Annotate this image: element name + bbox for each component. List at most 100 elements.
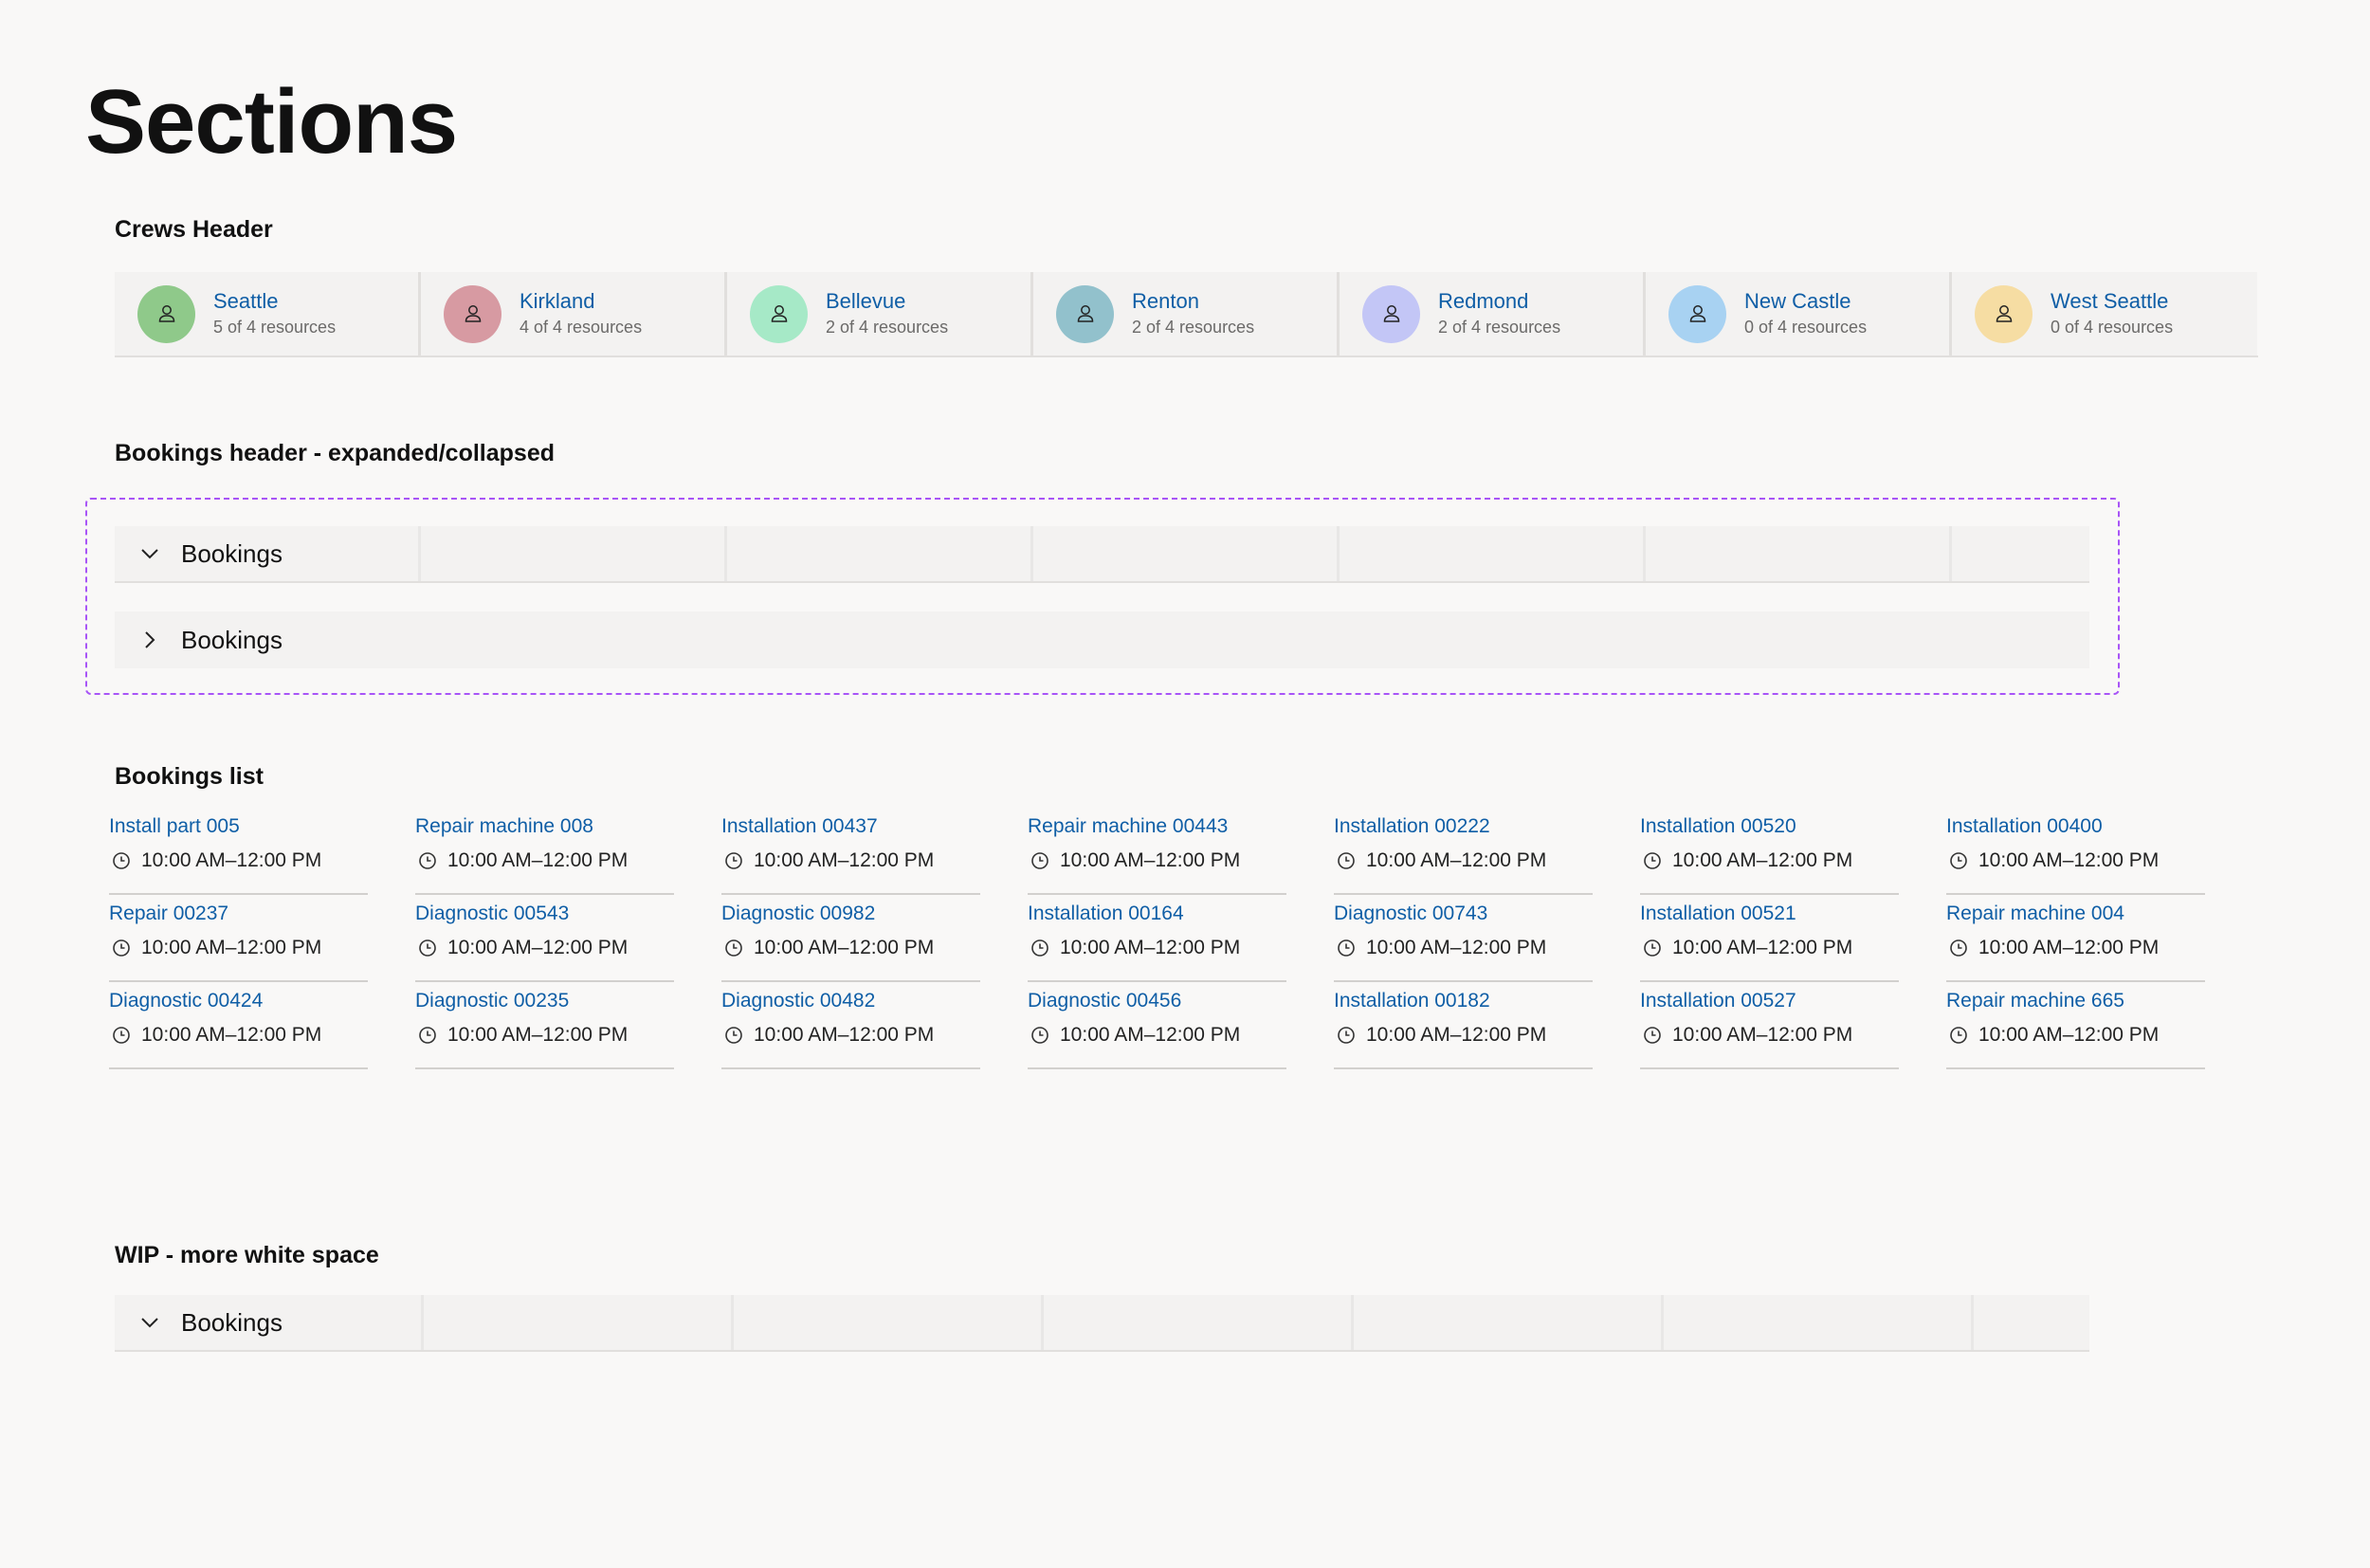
booking-time-text: 10:00 AM–12:00 PM [1366, 937, 1547, 958]
booking-item[interactable]: Diagnostic 00543 10:00 AM–12:00 PM [415, 895, 674, 982]
clock-icon [1031, 1027, 1048, 1044]
booking-item[interactable]: Installation 00520 10:00 AM–12:00 PM [1640, 808, 1899, 895]
booking-title[interactable]: Installation 00437 [721, 811, 980, 842]
crew-resource-count: 4 of 4 resources [520, 318, 643, 337]
crew-column-cell [1033, 526, 1340, 581]
crew-name[interactable]: Redmond [1438, 288, 1560, 315]
page-title: Sections [85, 71, 458, 173]
booking-title[interactable]: Install part 005 [109, 811, 368, 842]
booking-time-text: 10:00 AM–12:00 PM [754, 849, 935, 871]
booking-title[interactable]: Installation 00164 [1028, 899, 1286, 929]
booking-item[interactable]: Diagnostic 00982 10:00 AM–12:00 PM [721, 895, 980, 982]
bookings-list-label: Bookings list [115, 763, 264, 790]
booking-title[interactable]: Installation 00520 [1640, 811, 1899, 842]
booking-time: 10:00 AM–12:00 PM [415, 1020, 674, 1050]
crew-card-renton[interactable]: Renton 2 of 4 resources [1033, 272, 1340, 356]
person-icon [158, 305, 174, 322]
clock-icon [1950, 939, 1967, 957]
clock-icon [1644, 852, 1661, 869]
booking-title[interactable]: Diagnostic 00982 [721, 899, 980, 929]
booking-item[interactable]: Install part 005 10:00 AM–12:00 PM [109, 808, 368, 895]
booking-time: 10:00 AM–12:00 PM [109, 933, 368, 963]
clock-icon [1644, 1027, 1661, 1044]
booking-title[interactable]: Installation 00182 [1334, 986, 1593, 1016]
clock-icon [1950, 852, 1967, 869]
booking-title[interactable]: Repair 00237 [109, 899, 368, 929]
booking-title[interactable]: Diagnostic 00543 [415, 899, 674, 929]
chevron-down-icon [139, 1312, 160, 1333]
clock-icon [1338, 939, 1355, 957]
booking-item[interactable]: Installation 00182 10:00 AM–12:00 PM [1334, 982, 1593, 1069]
booking-item[interactable]: Installation 00527 10:00 AM–12:00 PM [1640, 982, 1899, 1069]
booking-time-text: 10:00 AM–12:00 PM [1672, 1024, 1853, 1046]
booking-item[interactable]: Repair machine 00443 10:00 AM–12:00 PM [1028, 808, 1286, 895]
booking-time: 10:00 AM–12:00 PM [109, 846, 368, 876]
booking-time-text: 10:00 AM–12:00 PM [1060, 937, 1241, 958]
clock-icon [1031, 852, 1048, 869]
booking-title[interactable]: Repair machine 008 [415, 811, 674, 842]
booking-item[interactable]: Diagnostic 00482 10:00 AM–12:00 PM [721, 982, 980, 1069]
booking-item[interactable]: Repair machine 665 10:00 AM–12:00 PM [1946, 982, 2205, 1069]
crew-name[interactable]: West Seattle [2051, 288, 2173, 315]
booking-item[interactable]: Repair machine 004 10:00 AM–12:00 PM [1946, 895, 2205, 982]
crew-resource-count: 2 of 4 resources [1132, 318, 1255, 337]
booking-title[interactable]: Diagnostic 00456 [1028, 986, 1286, 1016]
booking-item[interactable]: Diagnostic 00743 10:00 AM–12:00 PM [1334, 895, 1593, 982]
bookings-toggle-collapsed[interactable]: Bookings [115, 611, 494, 668]
bookings-label: Bookings [181, 538, 283, 568]
booking-item[interactable]: Diagnostic 00424 10:00 AM–12:00 PM [109, 982, 368, 1069]
crew-column-cell [1044, 1295, 1354, 1350]
crew-column-cell [424, 1295, 734, 1350]
booking-time: 10:00 AM–12:00 PM [415, 846, 674, 876]
booking-time-text: 10:00 AM–12:00 PM [1978, 849, 2160, 871]
booking-title[interactable]: Installation 00527 [1640, 986, 1899, 1016]
booking-time: 10:00 AM–12:00 PM [1334, 1020, 1593, 1050]
booking-item[interactable]: Installation 00521 10:00 AM–12:00 PM [1640, 895, 1899, 982]
person-icon [1383, 305, 1399, 322]
crew-card-redmond[interactable]: Redmond 2 of 4 resources [1340, 272, 1646, 356]
booking-title[interactable]: Diagnostic 00743 [1334, 899, 1593, 929]
booking-time-text: 10:00 AM–12:00 PM [141, 1024, 322, 1046]
booking-title[interactable]: Diagnostic 00482 [721, 986, 980, 1016]
booking-item[interactable]: Repair 00237 10:00 AM–12:00 PM [109, 895, 368, 982]
crew-card-new-castle[interactable]: New Castle 0 of 4 resources [1646, 272, 1952, 356]
crew-name[interactable]: Kirkland [520, 288, 642, 315]
booking-title[interactable]: Repair machine 004 [1946, 899, 2205, 929]
crew-card-bellevue[interactable]: Bellevue 2 of 4 resources [727, 272, 1033, 356]
crew-avatar [1668, 284, 1726, 343]
booking-title[interactable]: Installation 00222 [1334, 811, 1593, 842]
booking-item[interactable]: Installation 00400 10:00 AM–12:00 PM [1946, 808, 2205, 895]
crew-card-kirkland[interactable]: Kirkland 4 of 4 resources [421, 272, 727, 356]
crew-card-seattle[interactable]: Seattle 5 of 4 resources [115, 272, 421, 356]
bookings-toggle-expanded[interactable]: Bookings [115, 526, 421, 581]
booking-item[interactable]: Installation 00437 10:00 AM–12:00 PM [721, 808, 980, 895]
bookings-header-expanded: Bookings [115, 526, 2089, 583]
crew-name[interactable]: New Castle [1744, 288, 1867, 315]
crew-name[interactable]: Bellevue [826, 288, 948, 315]
booking-time-text: 10:00 AM–12:00 PM [141, 849, 322, 871]
booking-title[interactable]: Diagnostic 00424 [109, 986, 368, 1016]
booking-time-text: 10:00 AM–12:00 PM [1060, 1024, 1241, 1046]
bookings-toggle-wip[interactable]: Bookings [115, 1295, 424, 1350]
crew-avatar [444, 284, 501, 343]
booking-time-text: 10:00 AM–12:00 PM [1366, 849, 1547, 871]
crews-header-label: Crews Header [115, 216, 273, 243]
booking-item[interactable]: Installation 00164 10:00 AM–12:00 PM [1028, 895, 1286, 982]
booking-item[interactable]: Repair machine 008 10:00 AM–12:00 PM [415, 808, 674, 895]
booking-item[interactable]: Diagnostic 00235 10:00 AM–12:00 PM [415, 982, 674, 1069]
person-icon [771, 305, 787, 322]
booking-item[interactable]: Installation 00222 10:00 AM–12:00 PM [1334, 808, 1593, 895]
person-icon [1996, 305, 2012, 322]
booking-title[interactable]: Installation 00521 [1640, 899, 1899, 929]
crews-header: Seattle 5 of 4 resources Kirkland 4 of 4… [115, 272, 2258, 357]
booking-title[interactable]: Installation 00400 [1946, 811, 2205, 842]
crew-card-west-seattle[interactable]: West Seattle 0 of 4 resources [1952, 272, 2257, 356]
booking-title[interactable]: Repair machine 00443 [1028, 811, 1286, 842]
booking-item[interactable]: Diagnostic 00456 10:00 AM–12:00 PM [1028, 982, 1286, 1069]
booking-title[interactable]: Repair machine 665 [1946, 986, 2205, 1016]
booking-title[interactable]: Diagnostic 00235 [415, 986, 674, 1016]
clock-icon [113, 1027, 130, 1044]
crew-name[interactable]: Renton [1132, 288, 1254, 315]
crew-name[interactable]: Seattle [213, 288, 336, 315]
booking-time-text: 10:00 AM–12:00 PM [754, 1024, 935, 1046]
